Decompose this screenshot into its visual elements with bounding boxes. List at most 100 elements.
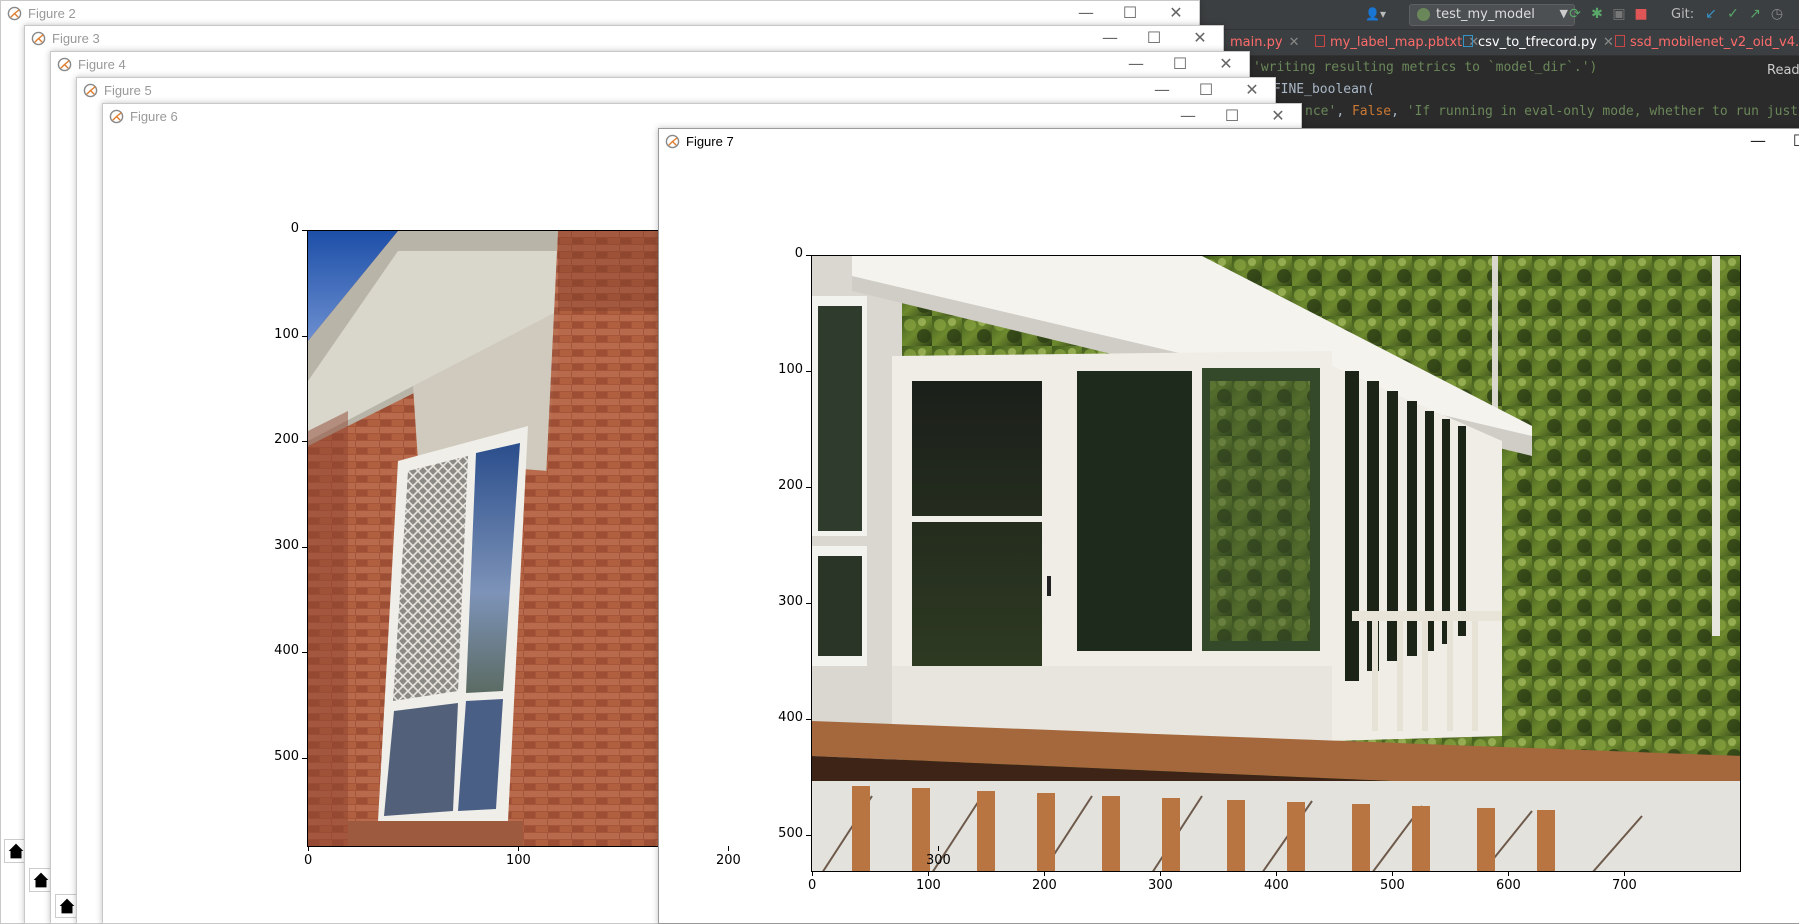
window-titlebar[interactable]: Figure 4 — ☐ ✕ — [51, 52, 1249, 76]
figure7-y-tick-mark — [806, 255, 811, 256]
figure6-x-tick-mark — [938, 846, 939, 851]
python-file-icon — [1463, 35, 1473, 47]
figure7-x-tick-label: 100 — [916, 878, 941, 893]
figure7-x-tick-label: 300 — [1148, 878, 1173, 893]
figure-window-7: Figure 7 — ☐ — [658, 128, 1799, 924]
minimize-button[interactable]: — — [1175, 106, 1201, 126]
maximize-button[interactable]: ☐ — [1193, 80, 1219, 100]
figure7-x-tick-label: 700 — [1612, 878, 1637, 893]
image-axes — [307, 230, 667, 847]
figure6-y-tick-label: 400 — [274, 643, 299, 658]
figure7-y-tick-label: 400 — [778, 710, 803, 725]
figure6-y-tick-label: 0 — [290, 221, 299, 236]
window-titlebar[interactable]: Figure 3 — ☐ ✕ — [25, 26, 1223, 50]
window-titlebar[interactable]: Figure 2 — ☐ ✕ — [1, 1, 1199, 25]
figure6-y-tick-label: 300 — [274, 537, 299, 553]
figure6-x-tick-mark — [728, 846, 729, 851]
git-update-icon[interactable]: ↙ — [1703, 6, 1719, 22]
tab-ssd-config[interactable]: ssd_mobilenet_v2_oid_v4.con — [1615, 35, 1799, 50]
figure7-y-tick-mark — [806, 371, 811, 372]
minimize-button[interactable]: — — [1745, 131, 1771, 151]
figure7-y-tick-mark — [806, 603, 811, 604]
brick-wall-photo — [308, 231, 666, 846]
file-icon — [1315, 35, 1325, 47]
window-title: Figure 7 — [686, 134, 734, 149]
maximize-button[interactable]: ☐ — [1219, 106, 1245, 126]
matplotlib-icon — [109, 109, 124, 124]
window-title: Figure 2 — [28, 6, 76, 21]
history-icon[interactable]: ◷ — [1769, 6, 1785, 22]
matplotlib-icon — [31, 31, 46, 46]
close-button[interactable]: ✕ — [1213, 54, 1239, 74]
figure7-y-tick-mark — [806, 719, 811, 720]
close-icon[interactable]: ✕ — [1603, 35, 1614, 50]
tab-label-map[interactable]: my_label_map.pbtxt ✕ — [1315, 35, 1479, 50]
close-button[interactable]: ✕ — [1187, 28, 1213, 48]
window-title: Figure 3 — [52, 31, 100, 46]
close-icon[interactable]: ✕ — [1289, 35, 1300, 50]
minimize-button[interactable]: — — [1073, 3, 1099, 23]
figure7-x-tick-mark — [1392, 871, 1393, 876]
figure7-x-tick-mark — [1276, 871, 1277, 876]
figure7-x-tick-mark — [812, 871, 813, 876]
figure6-y-tick-mark — [302, 441, 307, 442]
window-titlebar[interactable]: Figure 7 — ☐ — [659, 129, 1799, 153]
window-titlebar[interactable]: Figure 5 — ☐ ✕ — [77, 78, 1275, 102]
figure6-x-tick-label: 200 — [716, 853, 741, 868]
maximize-button[interactable]: ☐ — [1141, 28, 1167, 48]
tab-main[interactable]: main.py ✕ — [1230, 35, 1299, 50]
figure6-y-tick-label: 200 — [274, 432, 299, 447]
maximize-button[interactable]: ☐ — [1787, 131, 1799, 151]
minimize-button[interactable]: — — [1149, 80, 1175, 100]
window-title: Figure 4 — [78, 57, 126, 72]
editor-tabs: main.py ✕ my_label_map.pbtxt ✕ csv_to_tfre… — [1195, 30, 1799, 56]
reader-mode-label[interactable]: Reade — [1767, 63, 1799, 78]
run-config-select[interactable]: test_my_model ▼ — [1409, 4, 1575, 26]
git-commit-icon[interactable]: ✓ — [1725, 6, 1741, 22]
figure6-x-tick-label: 100 — [506, 853, 531, 868]
figure7-x-tick-label: 0 — [808, 878, 817, 893]
figure7-y-tick-mark — [806, 487, 811, 488]
matplotlib-icon — [57, 57, 72, 72]
figure6-x-tick-label: 300 — [926, 853, 951, 868]
window-title: Figure 5 — [104, 83, 152, 98]
figure7-x-tick-mark — [1508, 871, 1509, 876]
close-button[interactable]: ✕ — [1239, 80, 1265, 100]
maximize-button[interactable]: ☐ — [1117, 3, 1143, 23]
minimize-button[interactable]: — — [1123, 54, 1149, 74]
figure7-x-tick-mark — [1160, 871, 1161, 876]
python-icon — [1417, 8, 1430, 21]
git-push-icon[interactable]: ↗ — [1747, 6, 1763, 22]
figure6-y-tick-mark — [302, 757, 307, 759]
close-button[interactable]: ✕ — [1163, 3, 1189, 23]
user-icon[interactable]: 👤▾ — [1365, 7, 1386, 21]
debug-icon[interactable]: ✱ — [1589, 6, 1605, 22]
close-button[interactable]: ✕ — [1265, 106, 1291, 126]
figure7-x-tick-mark — [1044, 871, 1045, 876]
maximize-button[interactable]: ☐ — [1167, 54, 1193, 74]
figure7-x-tick-label: 500 — [1380, 878, 1405, 893]
figure7-y-tick-label: 500 — [778, 826, 803, 841]
figure6-x-tick-mark — [308, 846, 309, 851]
figure7-y-tick-label: 300 — [778, 594, 803, 609]
git-label: Git: — [1671, 7, 1695, 22]
run-config-label: test_my_model — [1436, 7, 1535, 22]
figure6-y-tick-label: 100 — [274, 326, 299, 342]
figure6-x-tick-label: 0 — [304, 853, 313, 868]
window-titlebar[interactable]: Figure 6 — ☐ ✕ — [103, 104, 1301, 128]
minimize-button[interactable]: — — [1097, 28, 1123, 48]
figure7-x-tick-label: 200 — [1032, 878, 1057, 893]
figure6-y-tick-label: 500 — [274, 748, 299, 764]
coverage-icon[interactable]: ▣ — [1611, 6, 1627, 22]
tab-ssd-config-label: ssd_mobilenet_v2_oid_v4.con — [1630, 35, 1799, 50]
figure7-y-tick-label: 0 — [794, 246, 803, 261]
stop-icon[interactable]: ■ — [1633, 6, 1649, 22]
file-icon — [1615, 35, 1625, 47]
tab-csv-to-tfrecord[interactable]: csv_to_tfrecord.py ✕ — [1463, 35, 1614, 50]
figure7-y-tick-mark — [806, 835, 811, 836]
figure6-y-tick-mark — [302, 652, 307, 653]
figure7-x-tick-mark — [928, 871, 929, 876]
code-line: 'writing resulting metrics to `model_dir… — [1253, 60, 1598, 75]
figure6-y-tick-mark — [302, 546, 307, 548]
rerun-icon[interactable]: ⟳ — [1567, 6, 1583, 22]
